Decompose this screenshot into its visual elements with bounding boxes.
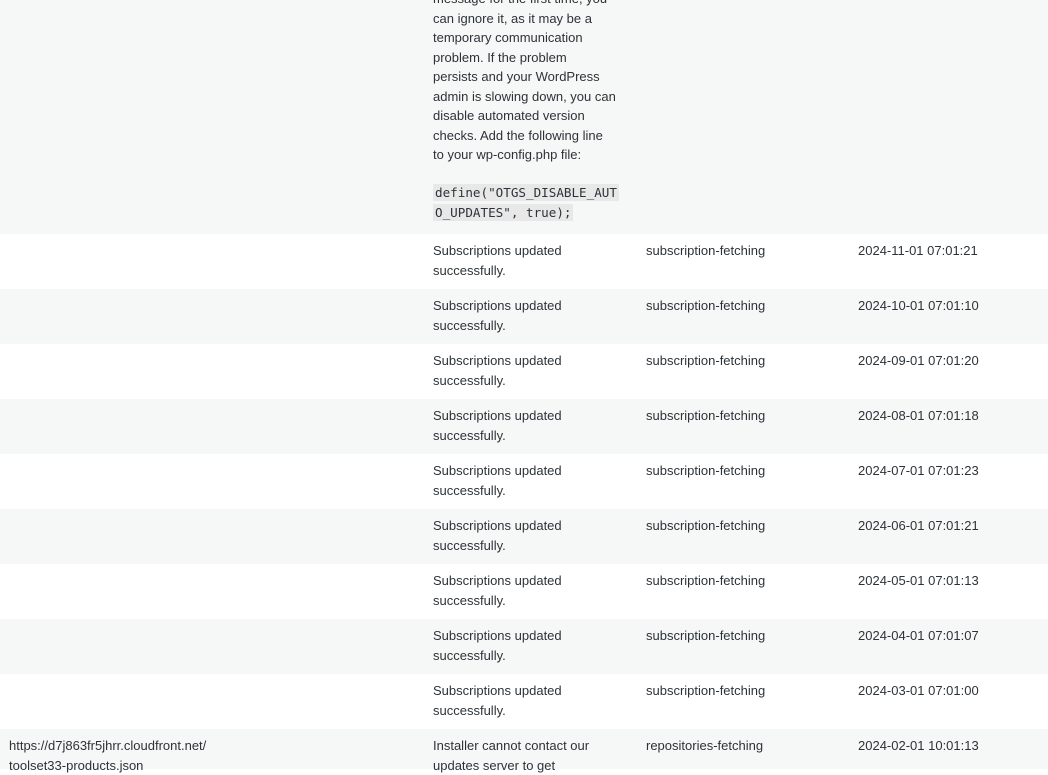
log-table: message for the first time, you can igno… xyxy=(0,0,1048,773)
table-row: Subscriptions updated successfully. subs… xyxy=(0,564,1048,619)
message-line: admin is slowing down, you can xyxy=(433,88,616,104)
log-timestamp: 2024-03-01 07:01:00 xyxy=(858,683,979,698)
log-message: Subscriptions updated successfully. xyxy=(433,573,562,608)
log-timestamp: 2024-08-01 07:01:18 xyxy=(858,408,979,423)
log-timestamp: 2024-04-01 07:01:07 xyxy=(858,628,979,643)
table-row: Subscriptions updated successfully. subs… xyxy=(0,509,1048,564)
log-timestamp: 2024-09-01 07:01:20 xyxy=(858,353,979,368)
message-line: persists and your WordPress xyxy=(433,69,600,84)
log-message: message for the first time, you can igno… xyxy=(433,0,628,223)
log-timestamp: 2024-02-01 10:01:13 xyxy=(858,738,979,753)
log-message: Subscriptions updated successfully. xyxy=(433,408,562,443)
log-type: subscription-fetching xyxy=(646,353,766,368)
log-message: Subscriptions updated successfully. xyxy=(433,683,562,718)
message-line: disable automated version xyxy=(433,108,585,123)
log-type: subscription-fetching xyxy=(646,243,766,258)
log-message: Subscriptions updated successfully. xyxy=(433,298,562,333)
table-row: Subscriptions updated successfully. subs… xyxy=(0,234,1048,289)
message-line: temporary communication xyxy=(433,30,583,45)
log-type: subscription-fetching xyxy=(646,628,766,643)
message-line: problem. If the problem xyxy=(433,49,567,65)
message-line: can ignore it, as it may be a xyxy=(433,10,592,26)
table-row: Subscriptions updated successfully. subs… xyxy=(0,619,1048,674)
table-row: Subscriptions updated successfully. subs… xyxy=(0,399,1048,454)
code-snippet: define("OTGS_DISABLE_AUTO_UPDATES", true… xyxy=(433,183,619,221)
log-type: subscription-fetching xyxy=(646,463,766,478)
log-type: repositories-fetching xyxy=(646,738,764,753)
log-message: Installer cannot contact our updates ser… xyxy=(433,738,590,773)
log-type: subscription-fetching xyxy=(646,573,766,588)
log-message: Subscriptions updated successfully. xyxy=(433,243,562,278)
table-row: Subscriptions updated successfully. subs… xyxy=(0,454,1048,509)
log-message: Subscriptions updated successfully. xyxy=(433,463,562,498)
log-url: https://d7j863fr5jhrr.cloudfront.net/too… xyxy=(9,738,207,773)
table-row: Subscriptions updated successfully. subs… xyxy=(0,674,1048,729)
log-type: subscription-fetching xyxy=(646,298,766,313)
message-line: to your wp-config.php file: xyxy=(433,147,582,162)
table-row: Subscriptions updated successfully. subs… xyxy=(0,289,1048,344)
message-line: message for the first time, you xyxy=(433,0,628,9)
log-timestamp: 2024-07-01 07:01:23 xyxy=(858,463,979,478)
log-type: subscription-fetching xyxy=(646,683,766,698)
log-type: subscription-fetching xyxy=(646,518,766,533)
log-timestamp: 2024-06-01 07:01:21 xyxy=(858,518,979,533)
log-type: subscription-fetching xyxy=(646,408,766,423)
log-message: Subscriptions updated successfully. xyxy=(433,518,562,553)
log-message: Subscriptions updated successfully. xyxy=(433,628,562,663)
table-row: https://d7j863fr5jhrr.cloudfront.net/too… xyxy=(0,729,1048,773)
log-timestamp: 2024-11-01 07:01:21 xyxy=(858,243,978,258)
log-timestamp: 2024-05-01 07:01:13 xyxy=(858,573,979,588)
table-row: message for the first time, you can igno… xyxy=(0,0,1048,234)
message-line: checks. Add the following line xyxy=(433,127,603,143)
log-timestamp: 2024-10-01 07:01:10 xyxy=(858,298,979,313)
log-message: Subscriptions updated successfully. xyxy=(433,353,562,388)
table-row: Subscriptions updated successfully. subs… xyxy=(0,344,1048,399)
